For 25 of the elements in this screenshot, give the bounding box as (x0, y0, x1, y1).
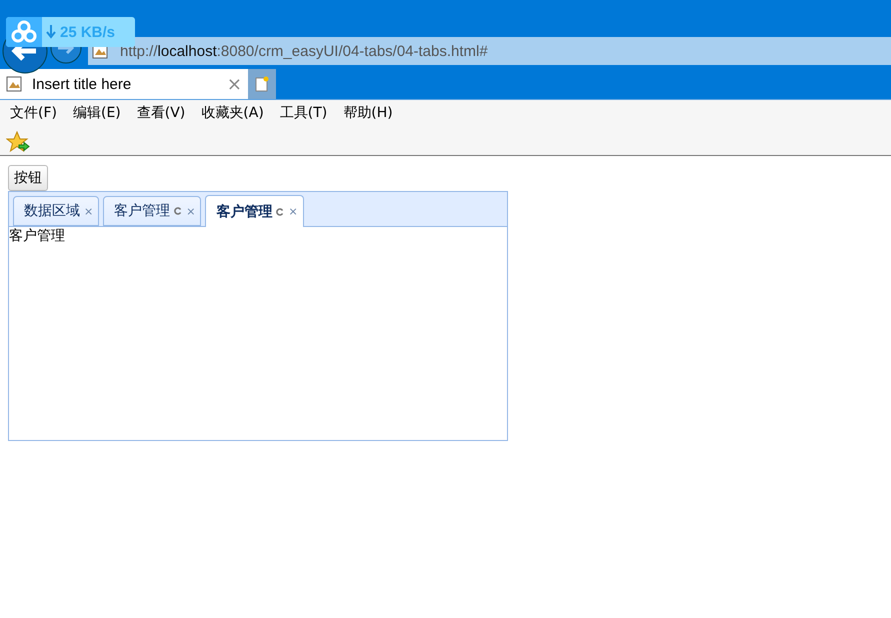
refresh-icon[interactable] (276, 208, 284, 216)
menu-item[interactable]: 收藏夹(A) (201, 104, 264, 122)
download-arrow-icon (46, 25, 56, 39)
favorites-star-icon[interactable] (6, 131, 30, 153)
page-icon (6, 76, 22, 92)
panel-text: 客户管理 (9, 227, 66, 245)
close-button[interactable]: × (288, 205, 298, 218)
refresh-icon[interactable] (174, 207, 182, 215)
browser-tab[interactable]: Insert title here × (0, 69, 248, 99)
menu-item[interactable]: 文件(F) (10, 104, 57, 122)
menu-item[interactable]: 帮助(H) (343, 104, 393, 122)
url-text: http://localhost:8080/crm_easyUI/04-tabs/04-tabs.html# (120, 42, 488, 60)
tab[interactable]: 客户管理 × (205, 195, 304, 227)
tab-title: Insert title here (32, 76, 132, 92)
menu-item[interactable]: 查看(V) (136, 104, 186, 122)
tab[interactable]: 数据区域 × (13, 196, 100, 226)
menu-item[interactable]: 编辑(E) (72, 104, 121, 122)
menu-item[interactable]: 工具(T) (280, 104, 328, 122)
address-bar[interactable]: http://localhost:8080/crm_easyUI/04-tabs/04-tabs.html# (88, 37, 891, 65)
cloud-icon (6, 17, 42, 47)
tab[interactable]: 客户管理 × (103, 196, 202, 226)
button[interactable]: 按钮 (8, 165, 48, 191)
new-tab-button[interactable] (248, 69, 276, 99)
new-tab-icon (255, 76, 269, 92)
close-button[interactable]: × (226, 74, 242, 94)
